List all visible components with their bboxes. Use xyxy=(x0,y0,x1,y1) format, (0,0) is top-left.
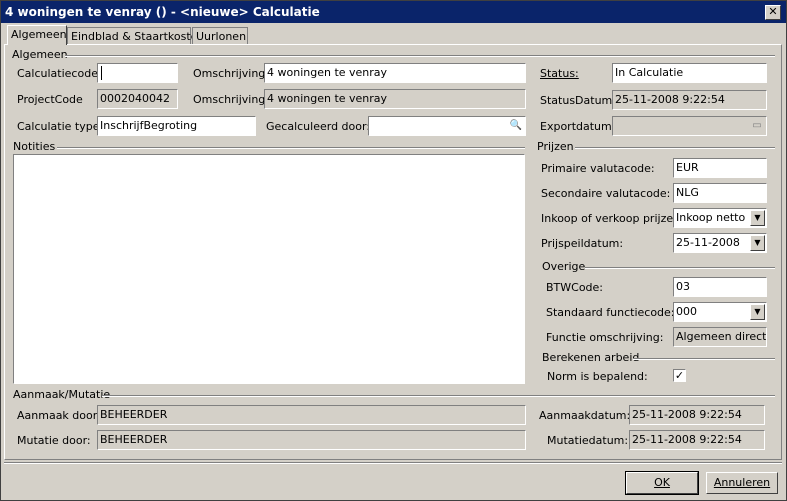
search-icon[interactable]: 🔍 xyxy=(508,118,524,134)
gecalculeerd-door-input[interactable]: 🔍 xyxy=(368,116,526,136)
standaard-functiecode-select[interactable]: 000 ▼ xyxy=(673,302,767,322)
primaire-valutacode-input[interactable]: EUR xyxy=(673,158,767,178)
omschrijving-label: Omschrijving: xyxy=(193,67,269,80)
secondaire-valutacode-input[interactable]: NLG xyxy=(673,183,767,203)
notities-divider xyxy=(57,147,525,149)
mutatie-door-label: Mutatie door: xyxy=(17,434,91,447)
title-bar[interactable]: 4 woningen te venray () - <nieuwe> Calcu… xyxy=(1,1,786,23)
statusdatum-field: 25-11-2008 9:22:54 xyxy=(612,90,767,110)
prijspeildatum-select[interactable]: 25-11-2008 ▼ xyxy=(673,233,767,253)
secondaire-valutacode-label: Secondaire valutacode: xyxy=(541,187,671,200)
calendar-icon[interactable]: ▭ xyxy=(749,118,765,134)
group-mutatie-divider xyxy=(102,395,775,397)
tab-eindblad-staartkosten[interactable]: Eindblad & Staartkosten xyxy=(67,27,204,45)
tab-algemeen[interactable]: Algemeen xyxy=(7,25,67,45)
chevron-down-icon[interactable]: ▼ xyxy=(750,210,765,226)
bottom-divider xyxy=(4,462,782,464)
mutatiedatum-field: 25-11-2008 9:22:54 xyxy=(629,430,765,450)
close-button[interactable]: ✕ xyxy=(765,5,781,20)
norm-bepalend-label: Norm is bepalend: xyxy=(547,370,648,383)
window-title: 4 woningen te venray () - <nieuwe> Calcu… xyxy=(5,5,320,19)
calculatiecode-input[interactable] xyxy=(97,63,178,83)
functie-omschrijving-label: Functie omschrijving: xyxy=(546,331,664,344)
group-algemeen-label: Algemeen xyxy=(12,48,68,61)
notities-textarea[interactable] xyxy=(13,154,525,384)
gecalculeerd-door-label: Gecalculeerd door: xyxy=(266,120,371,133)
status-input[interactable]: In Calculatie xyxy=(612,63,767,83)
group-overige-divider xyxy=(585,267,775,269)
chevron-down-icon[interactable]: ▼ xyxy=(750,235,765,251)
btwcode-input[interactable]: 03 xyxy=(673,277,767,297)
inkoop-verkoop-select[interactable]: Inkoop netto ▼ xyxy=(673,208,767,228)
btwcode-label: BTWCode: xyxy=(546,281,604,294)
calculatiecode-label: Calculatiecode: xyxy=(17,67,102,80)
projectcode-label: ProjectCode xyxy=(17,93,83,106)
calculatietype-label: Calculatie type: xyxy=(17,120,104,133)
text-caret xyxy=(101,66,102,80)
ok-button[interactable]: OK xyxy=(625,471,699,495)
chevron-down-icon[interactable]: ▼ xyxy=(750,304,765,320)
tab-uurlonen[interactable]: Uurlonen xyxy=(192,27,248,45)
inkoop-verkoop-label: Inkoop of verkoop prijzen: xyxy=(541,212,684,225)
calculatietype-input[interactable]: InschrijfBegroting xyxy=(97,116,256,136)
exportdatum-label: Exportdatum: xyxy=(540,120,616,133)
omschrijving-input[interactable]: 4 woningen te venray xyxy=(264,63,526,83)
dialog-window: 4 woningen te venray () - <nieuwe> Calcu… xyxy=(0,0,787,501)
status-label: Status: xyxy=(540,67,579,80)
aanmaakdatum-label: Aanmaakdatum: xyxy=(539,409,631,422)
group-prijzen-divider xyxy=(575,147,775,149)
functie-omschrijving-field: Algemeen directeu xyxy=(673,327,767,347)
annuleren-button[interactable]: Annuleren xyxy=(706,472,778,494)
group-mutatie-label: Aanmaak/Mutatie xyxy=(13,388,111,401)
projectcode-field: 0002040042 xyxy=(97,89,178,109)
project-omschrijving-field: 4 woningen te venray xyxy=(264,89,526,109)
aanmaak-door-field: BEHEERDER xyxy=(97,405,526,425)
aanmaakdatum-field: 25-11-2008 9:22:54 xyxy=(629,405,765,425)
group-prijzen-label: Prijzen xyxy=(537,140,574,153)
project-omschrijving-label: Omschrijving: xyxy=(193,93,269,106)
mutatiedatum-label: Mutatiedatum: xyxy=(547,434,629,447)
primaire-valutacode-label: Primaire valutacode: xyxy=(541,162,655,175)
exportdatum-field: ▭ xyxy=(612,116,767,136)
standaard-functiecode-label: Standaard functiecode: xyxy=(546,306,675,319)
aanmaak-door-label: Aanmaak door: xyxy=(17,409,101,422)
notities-label: Notities xyxy=(13,140,56,153)
statusdatum-label: StatusDatum: xyxy=(540,94,616,107)
group-algemeen-divider xyxy=(65,55,775,57)
group-berekenen-label: Berekenen arbeid xyxy=(542,351,640,364)
prijspeildatum-label: Prijspeildatum: xyxy=(541,237,624,250)
group-overige-label: Overige xyxy=(542,260,586,273)
mutatie-door-field: BEHEERDER xyxy=(97,430,526,450)
norm-bepalend-checkbox[interactable]: ✓ xyxy=(673,369,686,382)
group-berekenen-divider xyxy=(633,358,775,360)
